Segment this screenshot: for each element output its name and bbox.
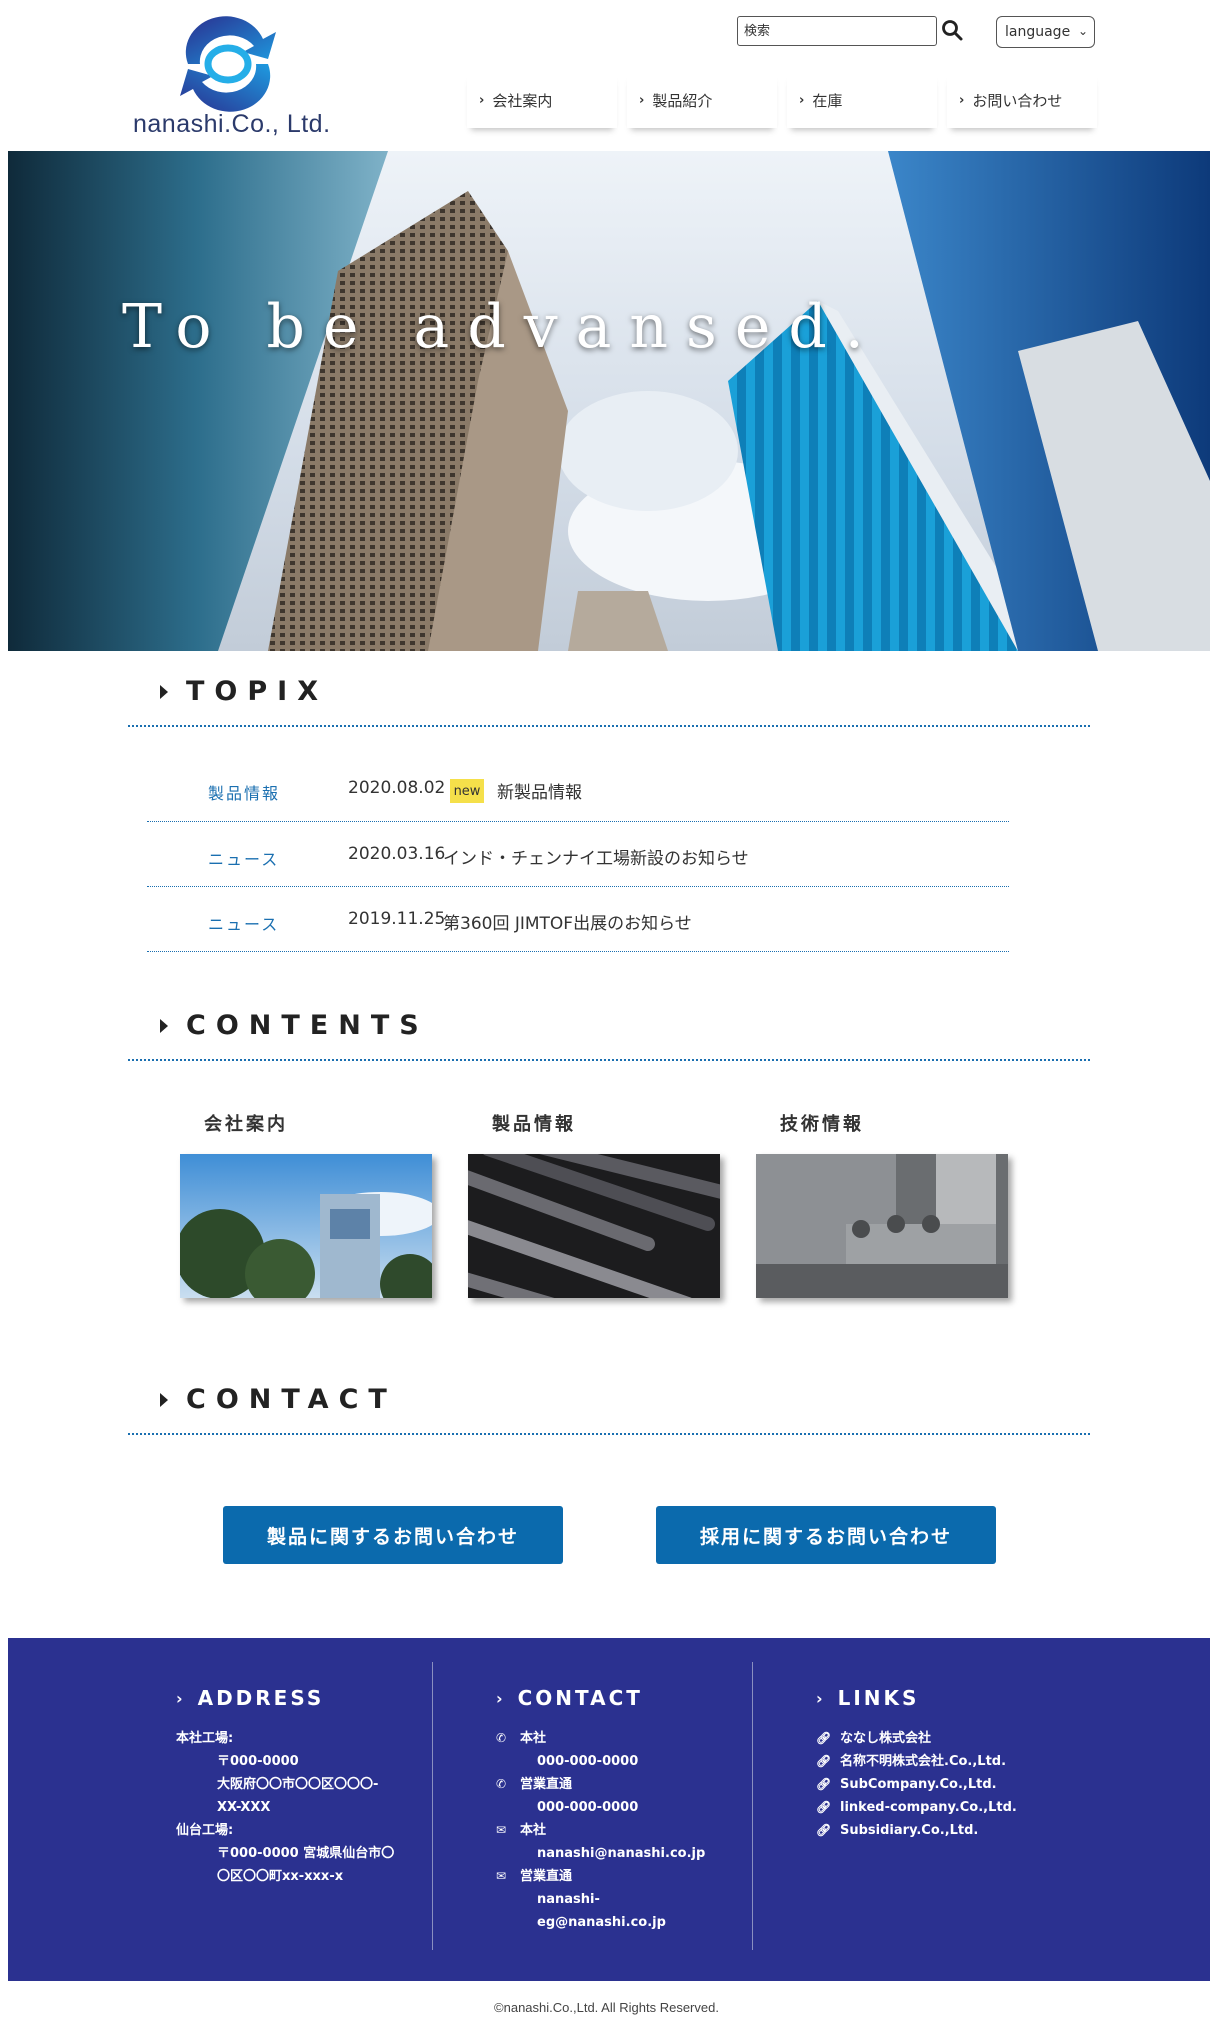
product-inquiry-button[interactable]: 製品に関するお問い合わせ: [223, 1506, 563, 1564]
topix-category[interactable]: 製品情報: [208, 780, 280, 804]
nav-item-label: 会社案内: [492, 91, 553, 110]
address-line: 〒000-0000: [217, 1754, 299, 1769]
topix-link[interactable]: インド・チェンナイ工場新設のお知らせ: [443, 844, 749, 869]
company-logo-text[interactable]: nanashi.Co., Ltd.: [133, 110, 331, 139]
search-icon[interactable]: [940, 18, 964, 42]
language-select-label: language: [1005, 24, 1071, 40]
address-line: 大阪府〇〇市〇〇区〇〇〇-: [217, 1777, 379, 1792]
caret-right-icon: [160, 1018, 168, 1033]
footer-title-label: CONTACT: [517, 1686, 643, 1710]
company-logo[interactable]: [168, 14, 288, 114]
footer-title-label: ADDRESS: [197, 1686, 325, 1710]
chevron-right-icon: ›: [479, 92, 485, 108]
topix-date: 2019.11.25: [348, 909, 446, 929]
chevron-right-icon: ›: [799, 92, 805, 108]
footer-link[interactable]: 🔗︎ linked-company.Co.,Ltd.: [816, 1796, 1017, 1819]
phone-number[interactable]: 000-000-0000: [537, 1796, 638, 1819]
divider: [147, 951, 1009, 952]
footer-divider: [752, 1662, 753, 1950]
search-input[interactable]: [737, 16, 937, 46]
phone-number[interactable]: 000-000-0000: [537, 1750, 638, 1773]
topix-category[interactable]: ニュース: [208, 911, 279, 935]
divider: [147, 821, 1009, 822]
caret-right-icon: [160, 684, 168, 699]
hero-image: [8, 151, 1210, 651]
topix-date: 2020.08.02: [348, 778, 446, 798]
footer-link[interactable]: 🔗︎ ななし株式会社: [816, 1727, 931, 1750]
divider: [128, 1433, 1090, 1435]
section-heading-label: CONTACT: [186, 1384, 397, 1415]
link-icon: 🔗︎: [816, 1777, 832, 1791]
topix-date: 2020.03.16: [348, 844, 446, 864]
recruit-inquiry-button[interactable]: 採用に関するお問い合わせ: [656, 1506, 996, 1564]
link-icon: 🔗︎: [816, 1823, 832, 1837]
hero-title: To be advansed.: [122, 292, 882, 362]
topix-link[interactable]: 新製品情報: [497, 778, 582, 803]
chevron-down-icon: ⌄: [1077, 24, 1088, 38]
contact-item-label: ✉ 営業直通: [496, 1865, 572, 1888]
email-link[interactable]: nanashi@nanashi.co.jp: [537, 1842, 705, 1865]
footer-link[interactable]: 🔗︎ 名称不明株式会社.Co.,Ltd.: [816, 1750, 1006, 1773]
section-heading-contents: CONTENTS: [160, 1010, 429, 1041]
nav-item-label: 在庫: [812, 91, 843, 110]
footer-link[interactable]: 🔗︎ SubCompany.Co.,Ltd.: [816, 1773, 997, 1796]
nav-item-products[interactable]: › 製品紹介: [627, 72, 777, 128]
mail-icon: ✉: [496, 1869, 507, 1883]
copyright: ©nanashi.Co.,Ltd. All Rights Reserved.: [494, 2000, 719, 2015]
footer-divider: [432, 1662, 433, 1950]
mail-icon: ✉: [496, 1823, 507, 1837]
footer-link[interactable]: 🔗︎ Subsidiary.Co.,Ltd.: [816, 1819, 978, 1842]
nav-item-label: お問い合わせ: [972, 91, 1063, 110]
address-line: 〇区〇〇町xx-xxx-x: [217, 1869, 344, 1884]
section-heading-contact: CONTACT: [160, 1384, 397, 1415]
divider: [128, 1059, 1090, 1061]
topix-link[interactable]: 第360回 JIMTOF出展のお知らせ: [443, 909, 692, 934]
email-link[interactable]: nanashi-: [537, 1888, 600, 1911]
email-link[interactable]: eg@nanashi.co.jp: [537, 1911, 666, 1934]
main-factory-label: 本社工場:: [176, 1731, 234, 1746]
link-icon: 🔗︎: [816, 1754, 832, 1768]
chevron-right-icon: ›: [496, 1688, 506, 1708]
footer-title-label: LINKS: [837, 1686, 920, 1710]
content-card-label[interactable]: 技術情報: [780, 1110, 864, 1136]
address-line: 〒000-0000 宮城県仙台市〇: [217, 1846, 395, 1861]
section-heading-label: TOPIX: [186, 676, 329, 707]
content-card-label[interactable]: 会社案内: [204, 1110, 288, 1136]
address-line: XX-XXX: [217, 1800, 271, 1815]
footer-address-title: › ADDRESS: [176, 1686, 324, 1710]
section-heading-topix: TOPIX: [160, 676, 328, 707]
link-icon: 🔗︎: [816, 1800, 832, 1814]
footer-links-title: › LINKS: [816, 1686, 919, 1710]
nav-item-company[interactable]: › 会社案内: [467, 72, 617, 128]
section-heading-label: CONTENTS: [186, 1010, 429, 1041]
caret-right-icon: [160, 1392, 168, 1407]
nav-item-contact[interactable]: › お問い合わせ: [947, 72, 1097, 128]
contact-item-label: ✆ 本社: [496, 1727, 546, 1750]
tech-card-image[interactable]: [756, 1154, 1008, 1298]
nav-item-stock[interactable]: › 在庫: [787, 72, 937, 128]
nav-item-label: 製品紹介: [652, 91, 713, 110]
divider: [128, 725, 1090, 727]
chevron-right-icon: ›: [639, 92, 645, 108]
content-card-label[interactable]: 製品情報: [492, 1110, 576, 1136]
link-icon: 🔗︎: [816, 1731, 832, 1745]
contact-item-label: ✆ 営業直通: [496, 1773, 572, 1796]
chevron-right-icon: ›: [959, 92, 965, 108]
language-select[interactable]: language ⌄: [996, 16, 1095, 48]
footer-contact-title: › CONTACT: [496, 1686, 643, 1710]
sendai-factory-label: 仙台工場:: [176, 1823, 234, 1838]
company-card-image[interactable]: [180, 1154, 432, 1298]
divider: [147, 886, 1009, 887]
new-badge: new: [450, 779, 484, 803]
products-card-image[interactable]: [468, 1154, 720, 1298]
contact-item-label: ✉ 本社: [496, 1819, 546, 1842]
chevron-right-icon: ›: [176, 1688, 186, 1708]
phone-icon: ✆: [496, 1777, 507, 1791]
chevron-right-icon: ›: [816, 1688, 826, 1708]
phone-icon: ✆: [496, 1731, 507, 1745]
topix-category[interactable]: ニュース: [208, 846, 279, 870]
